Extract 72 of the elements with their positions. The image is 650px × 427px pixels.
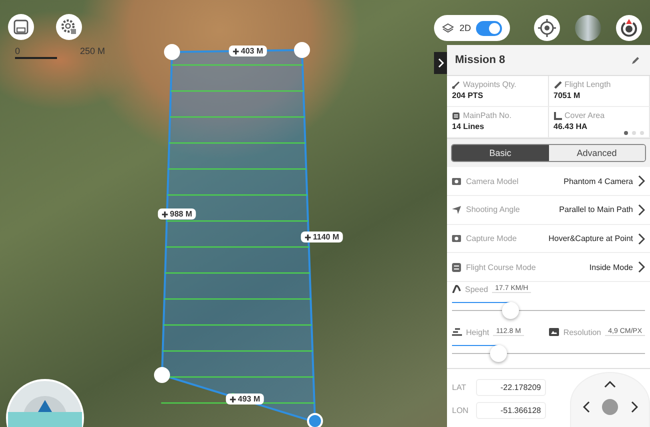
stat-value: 14 Lines: [452, 122, 486, 132]
move-icon: [232, 48, 239, 54]
chevron-right-icon: [438, 58, 444, 68]
stat-label: MainPath No.: [463, 111, 512, 120]
chevron-right-icon: [638, 204, 645, 216]
collapse-panel-button[interactable]: [434, 52, 447, 74]
coordinate-label: LAT: [452, 383, 468, 392]
distance-label: 988 M: [170, 210, 192, 218]
stat-label: Cover Area: [564, 111, 605, 120]
scale-label: 250 M: [80, 46, 105, 56]
layers-icon: [442, 23, 454, 33]
slider-thumb[interactable]: [490, 344, 508, 362]
chevron-right-icon: [638, 261, 645, 274]
direction-arrow-icon: [452, 206, 461, 214]
page-indicator-dot[interactable]: [632, 131, 636, 136]
speed-icon: [452, 285, 461, 294]
page-indicator-dot[interactable]: [624, 131, 628, 136]
scale-bar: [15, 57, 57, 59]
view-mode-label: 2D: [459, 23, 471, 33]
ruler-icon: [554, 80, 562, 89]
waypoints-icon: [452, 80, 460, 89]
setting-row[interactable]: Shooting Angle Parallel to Main Path: [447, 196, 650, 225]
waypoint-marker[interactable]: [294, 42, 310, 58]
stat-value: 204 PTS: [452, 91, 484, 100]
stat-value: 46.43 HA: [554, 122, 588, 132]
image-icon: [549, 328, 560, 336]
height-label: Height: [466, 328, 490, 337]
settings-icon: [60, 18, 78, 36]
scale-label: 0: [15, 46, 20, 56]
path-icon: [452, 112, 460, 120]
resolution-label: Resolution: [563, 328, 602, 337]
stat-label: Waypoints Qty.: [463, 80, 516, 90]
tab[interactable]: Basic: [452, 145, 548, 162]
slider-thumb[interactable]: [502, 302, 519, 319]
stat-label: Flight Length: [564, 80, 611, 90]
chevron-right-icon: [638, 175, 645, 188]
coordinate-field[interactable]: -51.366128: [476, 402, 546, 419]
chevron-left-icon: [583, 401, 590, 413]
chevron-right-icon: [638, 232, 645, 245]
chevron-right-icon: [631, 401, 638, 413]
view-mode-switch[interactable]: [476, 20, 502, 36]
waypoint-marker[interactable]: [307, 413, 323, 427]
distance-label: 1140 M: [312, 232, 340, 242]
distance-label: 493 M: [238, 394, 260, 404]
coordinate-label: LON: [452, 406, 468, 415]
aircraft-position-icon: [619, 18, 639, 38]
center-knob[interactable]: [602, 399, 618, 415]
course-icon: [452, 262, 461, 272]
tab[interactable]: Advanced: [548, 145, 645, 162]
move-icon: [304, 234, 311, 240]
direction-pad[interactable]: [570, 372, 650, 427]
chevron-up-icon: [604, 381, 616, 388]
page-indicator-dot[interactable]: [640, 131, 644, 136]
move-icon: [162, 211, 168, 217]
save-icon: [13, 19, 29, 35]
setting-row[interactable]: Flight Course Mode Inside Mode: [447, 253, 650, 282]
move-icon: [230, 396, 236, 402]
distance-label: 403 M: [240, 46, 264, 56]
speed-label: Speed: [465, 284, 488, 294]
stat-value: 7051 M: [554, 91, 582, 100]
edit-icon[interactable]: [631, 56, 640, 65]
coordinate-field[interactable]: -22.178209: [476, 379, 546, 396]
camera-icon: [452, 178, 461, 185]
camera-icon: [452, 235, 461, 242]
height-icon: [452, 328, 462, 336]
crosshair-icon: [538, 19, 556, 37]
area-icon: [554, 112, 562, 120]
waypoint-marker[interactable]: [164, 44, 180, 60]
waypoint-marker[interactable]: [154, 367, 170, 383]
setting-row[interactable]: Camera Model Phantom 4 Camera: [447, 167, 650, 196]
mission-title: Mission 8: [455, 54, 506, 66]
setting-row[interactable]: Capture Mode Hover&Capture at Point: [447, 224, 650, 254]
